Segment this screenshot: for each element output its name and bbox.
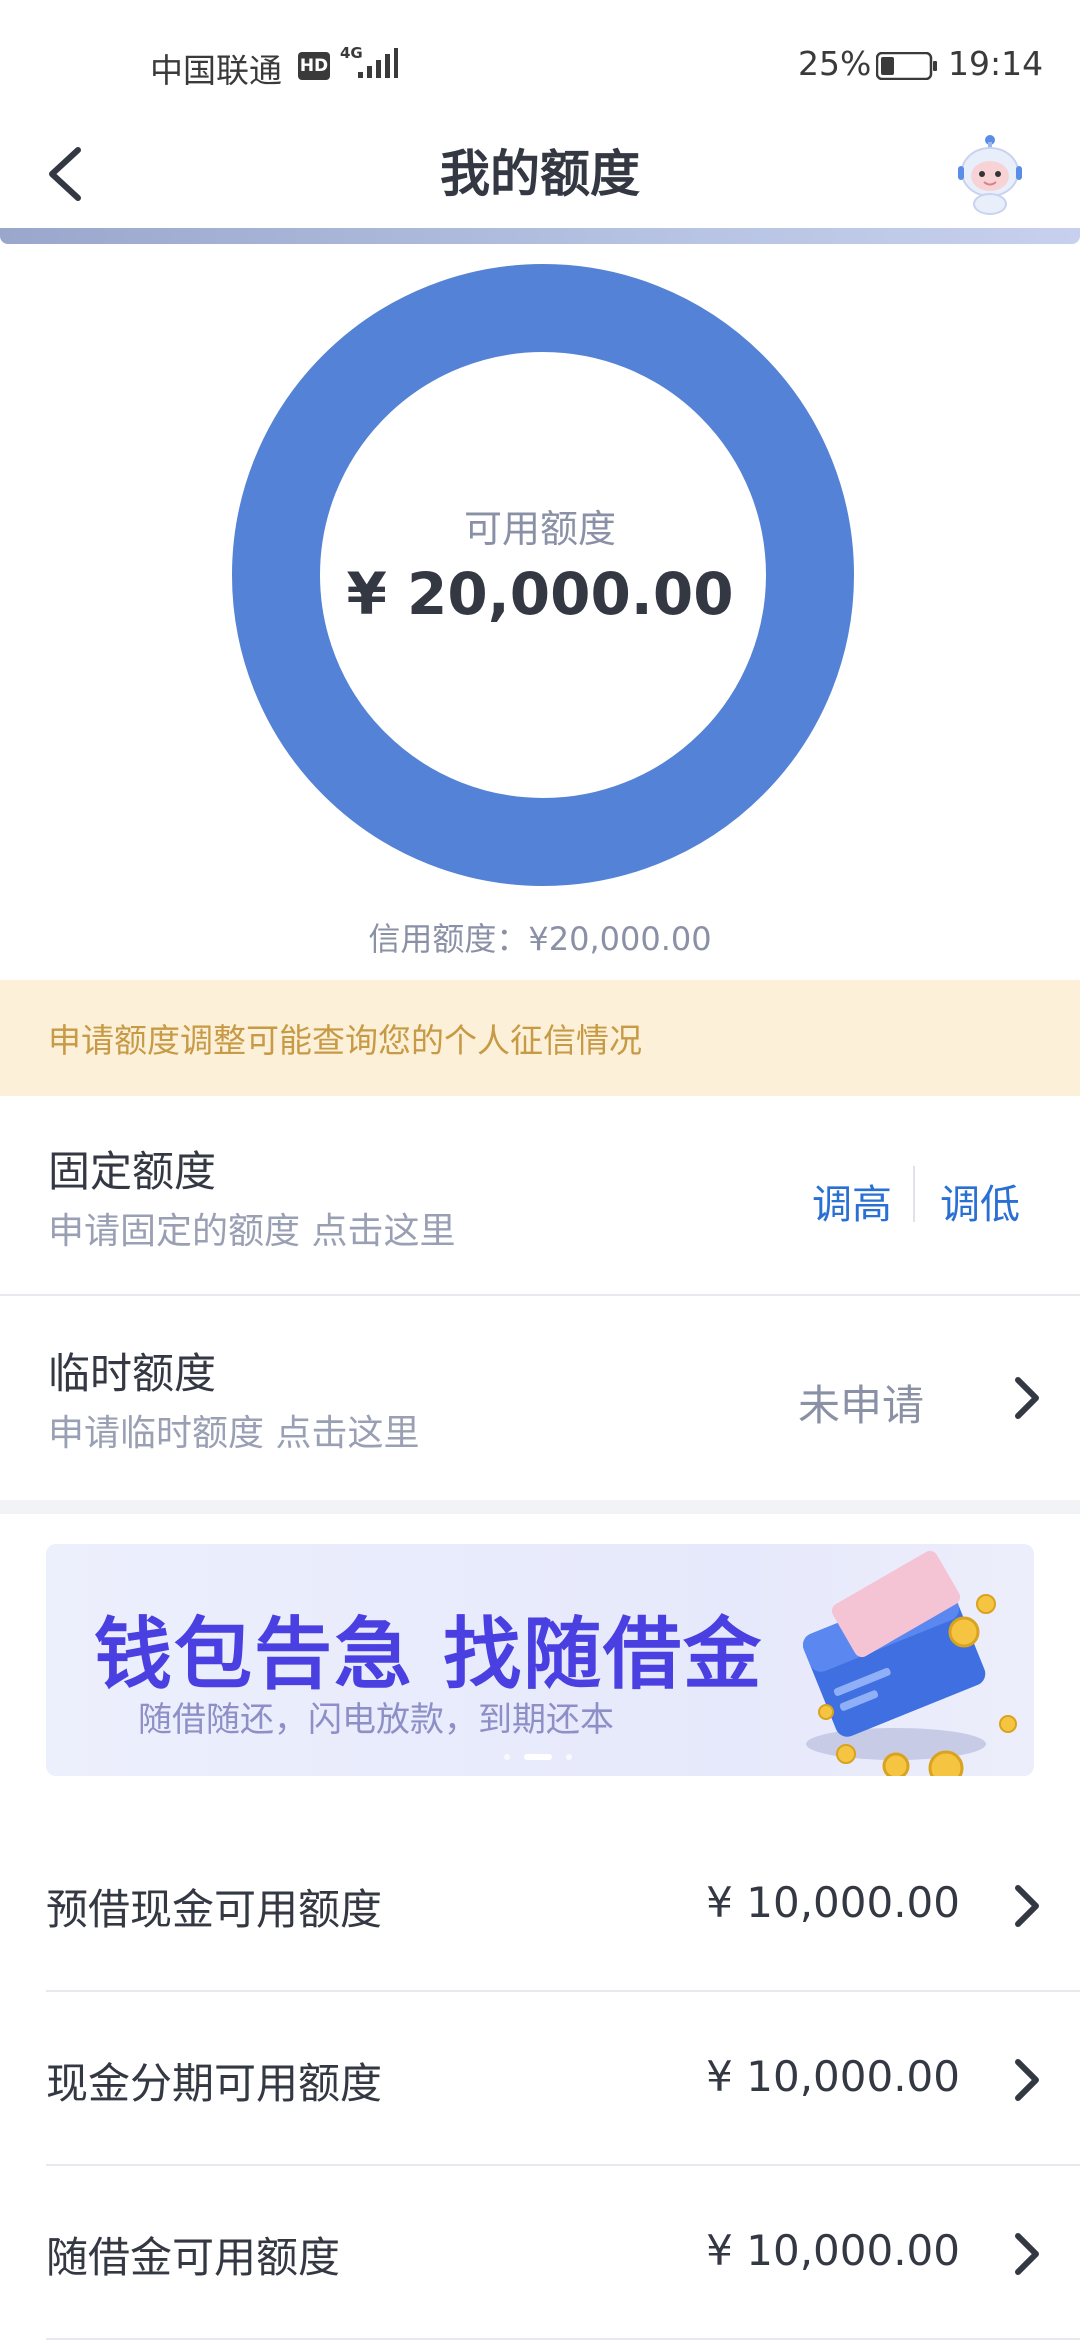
lower-limit-button[interactable]: 调低: [940, 1172, 1020, 1230]
credit-check-notice: 申请额度调整可能查询您的个人征信情况: [0, 980, 1080, 1096]
temporary-limit-subtitle: 申请临时额度 点击这里: [48, 1413, 420, 1454]
fixed-limit-subtitle: 申请固定的额度 点击这里: [48, 1211, 456, 1252]
banner-title: 钱包告急 找随借金: [94, 1610, 764, 1700]
section-gap: [0, 1500, 1080, 1514]
amount-value: ¥ 10,000.00: [706, 2226, 960, 2275]
hd-badge: HD: [298, 52, 330, 80]
clock: 19:14: [948, 44, 1044, 83]
signal-icon: [358, 48, 398, 78]
app-header: 我的额度: [0, 110, 1080, 230]
temporary-limit-row[interactable]: 临时额度 申请临时额度 点击这里 未申请: [0, 1298, 1080, 1498]
carousel-indicator: [504, 1752, 584, 1762]
row-divider: [0, 1294, 1080, 1296]
temporary-limit-title: 临时额度: [48, 1349, 217, 1398]
carrier-name: 中国联通: [150, 51, 282, 90]
fixed-limit-row[interactable]: 固定额度 申请固定的额度 点击这里 调高 调低: [0, 1096, 1080, 1296]
chevron-right-icon: [1015, 2059, 1039, 2101]
temporary-limit-status: 未申请: [797, 1381, 924, 1430]
robot-assistant-icon[interactable]: [950, 132, 1030, 216]
header-accent-bar: [0, 228, 1080, 244]
amount-value: ¥ 10,000.00: [706, 1878, 960, 1927]
carousel-dot: [504, 1754, 510, 1760]
raise-limit-button[interactable]: 调高: [812, 1172, 892, 1230]
promo-banner[interactable]: 钱包告急 找随借金 随借随还，闪电放款，到期还本: [46, 1544, 1034, 1776]
wallet-illustration: [802, 1550, 1017, 1776]
chevron-right-icon: [1015, 1885, 1039, 1927]
fixed-limit-title: 固定额度: [48, 1147, 217, 1196]
cash-installment-limit-row[interactable]: 现金分期可用额度 ¥ 10,000.00: [46, 1994, 1080, 2166]
available-limit-value: ¥ 20,000.00: [346, 560, 734, 628]
battery-icon: [876, 52, 937, 80]
carousel-dot: [566, 1754, 572, 1760]
battery-percent: 25%: [798, 44, 872, 83]
row-divider: [46, 2164, 1080, 2166]
chevron-right-icon: [1015, 1377, 1039, 1419]
amount-label: 预借现金可用额度: [46, 1885, 383, 1934]
carousel-dot: [524, 1754, 552, 1760]
amount-label: 现金分期可用额度: [46, 2059, 383, 2108]
notice-text: 申请额度调整可能查询您的个人征信情况: [48, 1021, 642, 1060]
amount-label: 随借金可用额度: [46, 2233, 341, 2282]
credit-limit-text: 信用额度：¥20,000.00: [368, 920, 712, 958]
banner-subtitle: 随借随还，闪电放款，到期还本: [138, 1700, 614, 1740]
chevron-right-icon: [1015, 2233, 1039, 2275]
available-limit-label: 可用额度: [463, 507, 616, 551]
page-title: 我的额度: [440, 145, 640, 203]
amount-value: ¥ 10,000.00: [706, 2052, 960, 2101]
action-divider: [913, 1166, 915, 1222]
flex-loan-limit-row[interactable]: 随借金可用额度 ¥ 10,000.00: [46, 2168, 1080, 2340]
row-divider: [46, 1990, 1080, 1992]
cash-advance-limit-row[interactable]: 预借现金可用额度 ¥ 10,000.00: [46, 1820, 1080, 1992]
